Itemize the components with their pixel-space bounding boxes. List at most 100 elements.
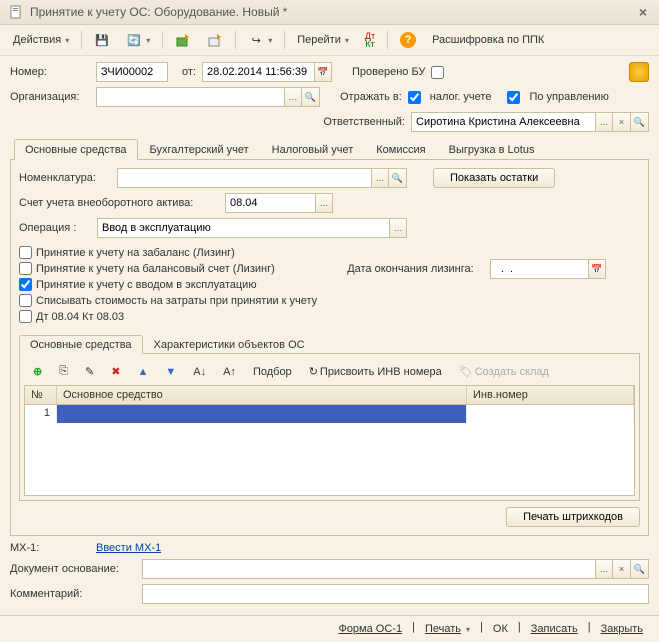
operation-input[interactable] [97, 218, 389, 238]
tab-commission[interactable]: Комиссия [365, 139, 436, 160]
edit-row-button[interactable]: ✎ [78, 362, 101, 381]
edit-icon: ✎ [85, 365, 94, 378]
close-button[interactable]: Закрыть [595, 621, 649, 637]
tax-checkbox[interactable] [408, 91, 421, 104]
cell-num: 1 [25, 405, 57, 423]
verified-checkbox[interactable] [431, 66, 444, 79]
comment-input[interactable] [142, 584, 649, 604]
nomen-open-button[interactable]: 🔍 [389, 168, 407, 188]
col-asset[interactable]: Основное средство [57, 386, 467, 404]
nomen-input[interactable] [117, 168, 371, 188]
pick-button[interactable]: Подбор [246, 363, 299, 381]
separator [284, 31, 285, 49]
tab-accounting[interactable]: Бухгалтерский учет [139, 139, 260, 160]
number-input[interactable] [96, 62, 168, 82]
add-row-button[interactable]: ⊕ [26, 362, 49, 381]
save-button[interactable]: 💾 [87, 29, 117, 51]
org-label: Организация: [10, 91, 90, 103]
leasing-end-label: Дата окончания лизинга: [347, 263, 474, 275]
post-button[interactable] [168, 29, 198, 51]
chk-offbalance[interactable] [19, 246, 32, 259]
down-icon: ▼ [165, 366, 176, 378]
chk-balance[interactable] [19, 262, 32, 275]
print-button[interactable]: Печать ▾ [419, 621, 476, 637]
nomen-label: Номенклатура: [19, 172, 111, 184]
org-open-button[interactable]: 🔍 [302, 87, 320, 107]
comment-label: Комментарий: [10, 588, 136, 600]
mgmt-checkbox[interactable] [507, 91, 520, 104]
table-row[interactable]: 1 [25, 405, 634, 423]
subtab-chars[interactable]: Характеристики объектов ОС [143, 335, 316, 354]
delete-row-button[interactable]: ✖ [104, 362, 127, 381]
move-down-button[interactable]: ▼ [158, 363, 183, 381]
refresh-icon: 🔄 [126, 32, 142, 48]
chk-writeoff[interactable] [19, 294, 32, 307]
responsible-open-button[interactable]: 🔍 [631, 112, 649, 132]
tab-tax[interactable]: Налоговый учет [261, 139, 365, 160]
copy-row-button[interactable]: ⎘ [52, 362, 75, 381]
calendar-button[interactable]: 📅 [314, 62, 332, 82]
show-balances-button[interactable]: Показать остатки [433, 168, 555, 188]
mgmt-label: По управлению [529, 91, 608, 103]
assign-button[interactable]: ↻ Присвоить ИНВ номера [302, 362, 449, 381]
print-barcodes-button[interactable]: Печать штрихкодов [506, 507, 640, 527]
doc-basis-open-button[interactable]: 🔍 [631, 559, 649, 579]
magnify-icon: 🔍 [305, 92, 316, 103]
move-up-button[interactable]: ▲ [130, 363, 155, 381]
subtab-assets[interactable]: Основные средства [19, 335, 143, 354]
responsible-select-button[interactable]: … [595, 112, 613, 132]
number-label: Номер: [10, 66, 90, 78]
chk-dtkt[interactable] [19, 310, 32, 323]
sort-asc-button[interactable]: A↓ [186, 363, 213, 381]
col-num[interactable]: № [25, 386, 57, 404]
goto-button[interactable]: Перейти ▾ [290, 31, 356, 49]
doc-basis-input[interactable] [142, 559, 595, 579]
chk-commission[interactable] [19, 278, 32, 291]
form-os1-label: Форма ОС-1 [338, 623, 402, 635]
save-button[interactable]: Записать [525, 621, 584, 637]
org-select-button[interactable]: … [284, 87, 302, 107]
window-title: Принятие к учету ОС: Оборудование. Новый… [30, 5, 287, 19]
org-input[interactable] [96, 87, 284, 107]
leasing-end-input[interactable] [490, 259, 588, 279]
create-warehouse-button[interactable]: 🏷 Создать склад [452, 362, 556, 381]
doc-basis-select-button[interactable]: … [595, 559, 613, 579]
form-os1-button[interactable]: Форма ОС-1 [332, 621, 408, 637]
tab-assets[interactable]: Основные средства [14, 139, 138, 160]
refresh-icon: ↻ [309, 365, 318, 378]
account-input[interactable] [225, 193, 315, 213]
help-button[interactable]: ? [393, 29, 423, 51]
date-input[interactable] [202, 62, 314, 82]
up-icon: ▲ [137, 366, 148, 378]
refresh-button[interactable]: 🔄▾ [119, 29, 157, 51]
sort-asc-icon: A↓ [193, 366, 206, 378]
assign-label: Присвоить ИНВ номера [320, 366, 442, 378]
fill-button[interactable]: ↪▾ [241, 29, 279, 51]
grid-body[interactable]: 1 [25, 405, 634, 495]
sort-desc-button[interactable]: A↑ [216, 363, 243, 381]
dtkt-button[interactable]: ДтКт [358, 29, 382, 51]
nomen-select-button[interactable]: … [371, 168, 389, 188]
account-select-button[interactable]: … [315, 193, 333, 213]
cell-asset[interactable] [57, 405, 467, 423]
goto-label: Перейти [297, 34, 341, 46]
mx1-link[interactable]: Ввести МХ-1 [96, 542, 161, 554]
chevron-down-icon: ▾ [65, 36, 69, 45]
col-inv[interactable]: Инв.номер [467, 386, 634, 404]
status-indicator[interactable] [629, 62, 649, 82]
close-icon[interactable]: × [635, 4, 651, 20]
operation-select-button[interactable]: … [389, 218, 407, 238]
chk3-label: Принятие к учету с вводом в эксплуатацию [36, 279, 257, 291]
responsible-input[interactable] [411, 112, 595, 132]
leasing-calendar-button[interactable]: 📅 [588, 259, 606, 279]
decode-button[interactable]: Расшифровка по ППК [425, 31, 551, 49]
delete-icon: ✖ [111, 365, 120, 378]
help-icon: ? [400, 32, 416, 48]
grid-toolbar: ⊕ ⎘ ✎ ✖ ▲ ▼ A↓ A↑ Подбор ↻ Присвоить ИНВ… [24, 358, 635, 385]
unpost-button[interactable] [200, 29, 230, 51]
ok-button[interactable]: ОК [487, 621, 514, 637]
actions-menu[interactable]: Действия ▾ [6, 31, 76, 49]
tab-lotus[interactable]: Выгрузка в Lotus [438, 139, 546, 160]
responsible-clear-button[interactable]: × [613, 112, 631, 132]
doc-basis-clear-button[interactable]: × [613, 559, 631, 579]
